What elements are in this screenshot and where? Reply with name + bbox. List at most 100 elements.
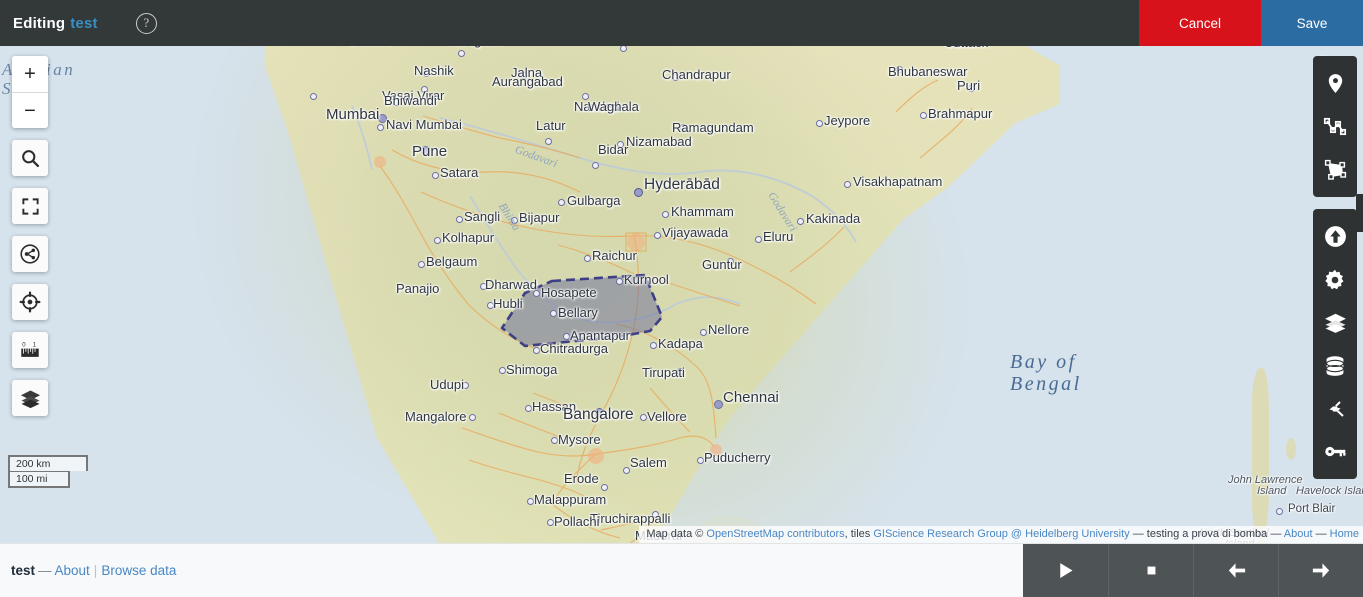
stop-button[interactable] <box>1108 543 1193 597</box>
draw-tools-group <box>1313 56 1357 197</box>
upload-button[interactable] <box>1313 215 1357 258</box>
city-dot <box>616 278 623 285</box>
attribution-tagline: — testing a prova di bomba — <box>1129 528 1284 540</box>
draw-point-button[interactable] <box>1313 62 1357 105</box>
city-dot <box>462 382 469 389</box>
breadcrumb-project: test <box>11 563 36 578</box>
scale-metric: 200 km <box>8 455 88 471</box>
attribution-about-link[interactable]: About <box>1284 528 1313 540</box>
city-dot <box>727 258 734 265</box>
settings-button[interactable] <box>1313 258 1357 301</box>
city-dot <box>844 181 851 188</box>
basemap-layers-button[interactable] <box>12 380 48 416</box>
city-dot <box>601 484 608 491</box>
city-dot <box>533 290 540 297</box>
save-button[interactable]: Save <box>1261 0 1363 46</box>
city-dot <box>714 400 723 409</box>
zoom-out-button[interactable]: − <box>12 92 48 128</box>
about-link[interactable]: About <box>55 563 90 578</box>
map-pin-icon <box>1328 74 1342 93</box>
city-dot <box>680 124 687 131</box>
city-dot <box>968 85 975 92</box>
layers-stack-icon <box>1324 313 1346 333</box>
share-button[interactable] <box>12 236 48 272</box>
svg-text:0: 0 <box>22 342 26 348</box>
city-dot <box>558 199 565 206</box>
city-dot <box>920 112 927 119</box>
breadcrumb: test — About | Browse data <box>0 563 176 578</box>
city-dot <box>487 302 494 309</box>
polyline-icon <box>1323 117 1347 135</box>
city-dot <box>623 467 630 474</box>
locate-button[interactable] <box>12 284 48 320</box>
play-button[interactable] <box>1023 543 1108 597</box>
city-dot <box>423 70 430 77</box>
attribution-home-link[interactable]: Home <box>1330 528 1359 540</box>
osm-link[interactable]: OpenStreetMap contributors <box>706 528 844 540</box>
attribution-separator: — <box>1312 528 1330 540</box>
cancel-button[interactable]: Cancel <box>1139 0 1261 46</box>
city-dot <box>377 124 384 131</box>
city-dot <box>592 162 599 169</box>
city-dot <box>511 217 518 224</box>
search-button[interactable] <box>12 140 48 176</box>
city-dot <box>582 93 589 100</box>
layers-button[interactable] <box>1313 301 1357 344</box>
database-button[interactable] <box>1313 344 1357 387</box>
next-button[interactable] <box>1278 543 1363 597</box>
city-dot <box>434 237 441 244</box>
zoom-in-button[interactable]: + <box>12 56 48 92</box>
polygon-icon <box>1324 159 1347 180</box>
map-vector-layer <box>351 79 973 543</box>
measure-button[interactable]: 0 1 <box>12 332 48 368</box>
selected-area-polygon[interactable] <box>500 273 664 348</box>
city-dot <box>816 120 823 127</box>
city-dot <box>418 261 425 268</box>
city-dot <box>896 66 903 73</box>
map-canvas[interactable]: BhimoraMalegaonYavatmalCuttackSittweNash… <box>0 46 1363 543</box>
play-icon <box>1060 563 1073 578</box>
scale-bar: 200 km 100 mi <box>8 455 88 488</box>
project-name: test <box>70 14 98 32</box>
city-dot <box>551 437 558 444</box>
city-dot <box>595 408 604 417</box>
help-icon[interactable]: ? <box>135 12 157 34</box>
scale-imperial: 100 mi <box>8 471 70 488</box>
city-dot <box>584 255 591 262</box>
zoom-control-group: + − <box>12 56 48 128</box>
crosshair-icon <box>19 291 41 313</box>
bottom-bar: test — About | Browse data <box>0 543 1363 597</box>
share-nodes-icon <box>20 244 40 264</box>
city-dot <box>499 367 506 374</box>
city-dot <box>654 232 661 239</box>
playback-controls <box>1023 543 1363 597</box>
city-dot <box>480 283 487 290</box>
city-dot <box>378 114 387 123</box>
city-dot <box>533 347 540 354</box>
draw-line-button[interactable] <box>1313 105 1357 148</box>
city-dot <box>525 405 532 412</box>
city-dot <box>421 86 428 93</box>
svg-text:1: 1 <box>33 342 37 348</box>
fullscreen-button[interactable] <box>12 188 48 224</box>
city-dot <box>520 72 527 79</box>
panel-collapse-handle[interactable] <box>1356 194 1363 232</box>
permissions-button[interactable] <box>1313 430 1357 473</box>
stop-icon <box>1147 566 1155 575</box>
draw-polygon-button[interactable] <box>1313 148 1357 191</box>
browse-data-link[interactable]: Browse data <box>101 563 176 578</box>
city-dot <box>547 519 554 526</box>
key-icon <box>1324 446 1345 457</box>
snap-button[interactable] <box>1313 387 1357 430</box>
gear-icon <box>1325 269 1344 289</box>
giscience-link[interactable]: GIScience Research Group @ Heidelberg Un… <box>873 528 1129 540</box>
city-dot <box>310 93 317 100</box>
breadcrumb-pipe: | <box>93 563 98 578</box>
city-dot <box>697 457 704 464</box>
magnifier-icon <box>21 149 39 167</box>
editing-label: Editing <box>13 14 66 32</box>
previous-button[interactable] <box>1193 543 1278 597</box>
snap-vertex-icon <box>1326 400 1344 417</box>
city-dot <box>527 498 534 505</box>
breadcrumb-dash: — <box>38 563 52 578</box>
